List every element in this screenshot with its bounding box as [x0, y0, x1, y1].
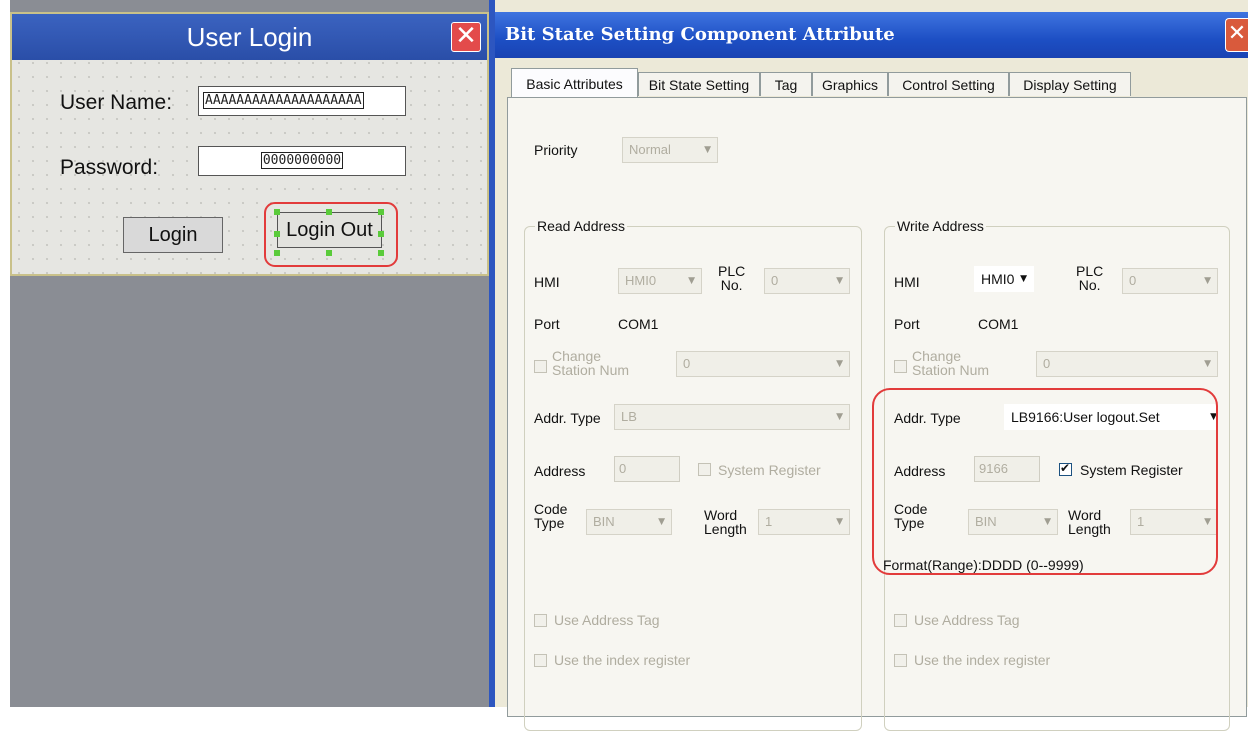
read-use-address-tag-checkbox[interactable]: [534, 614, 547, 627]
read-addr-type-label: Addr. Type: [534, 410, 601, 426]
read-use-address-tag-label: Use Address Tag: [554, 612, 660, 628]
write-plc-label-line1: PLC: [1076, 263, 1104, 279]
user-name-input[interactable]: AAAAAAAAAAAAAAAAAAAA: [198, 86, 406, 116]
read-change-station-label: Change Station Num: [552, 349, 629, 377]
priority-select[interactable]: Normal ▼: [622, 137, 718, 163]
read-word-length-line1: Word: [704, 507, 738, 523]
chevron-down-icon: ▼: [836, 517, 843, 527]
read-hmi-value: HMI0: [625, 273, 657, 288]
write-hmi-value: HMI0: [981, 271, 1015, 287]
read-change-station-checkbox[interactable]: [534, 360, 547, 373]
user-login-window: User Login ✕ User Name: AAAAAAAAAAAAAAAA…: [10, 12, 489, 276]
user-name-label: User Name:: [60, 91, 173, 114]
write-change-station-checkbox[interactable]: [894, 360, 907, 373]
user-name-value: AAAAAAAAAAAAAAAAAAAA: [203, 92, 364, 109]
write-port-value: COM1: [978, 316, 1019, 332]
read-system-register-checkbox[interactable]: [698, 463, 711, 476]
read-hmi-select[interactable]: HMI0 ▼: [618, 268, 702, 294]
dialog-close-icon[interactable]: ✕: [1225, 18, 1248, 52]
write-change-station-label: Change Station Num: [912, 349, 989, 377]
bit-state-attribute-dialog: Bit State Setting Component Attribute ✕ …: [489, 0, 1248, 731]
write-station-select[interactable]: 0 ▼: [1036, 351, 1218, 377]
read-use-index-register-checkbox[interactable]: [534, 654, 547, 667]
dialog-title-text: Bit State Setting Component Attribute: [505, 24, 895, 45]
read-port-label: Port: [534, 316, 560, 332]
password-input[interactable]: 0000000000: [198, 146, 406, 176]
read-address-title: Read Address: [535, 218, 627, 234]
write-plc-no-label: PLC No.: [1076, 264, 1103, 292]
write-port-label: Port: [894, 316, 920, 332]
login-out-highlight: [264, 202, 398, 267]
write-hmi-label: HMI: [894, 274, 920, 290]
read-change-station-line1: Change: [552, 348, 602, 364]
login-close-icon[interactable]: ✕: [451, 22, 481, 52]
priority-label: Priority: [534, 142, 578, 158]
basic-attributes-panel: Priority Normal ▼ Read Address HMI HMI0 …: [507, 97, 1247, 731]
chevron-down-icon: ▼: [836, 412, 843, 422]
chevron-down-icon: ▼: [1020, 274, 1027, 284]
write-address-highlight: [872, 388, 1218, 575]
tab-control-setting[interactable]: Control Setting: [888, 72, 1009, 96]
read-plc-label-line2: No.: [720, 277, 743, 293]
read-word-length-label: Word Length: [704, 508, 747, 536]
chevron-down-icon: ▼: [658, 517, 665, 527]
read-code-type-select[interactable]: BIN ▼: [586, 509, 672, 535]
read-change-station-line2: Station Num: [552, 362, 630, 378]
read-addr-type-value: LB: [621, 409, 637, 424]
write-use-index-register-checkbox[interactable]: [894, 654, 907, 667]
read-address-label: Address: [534, 463, 586, 479]
hmi-screen-canvas: User Login ✕ User Name: AAAAAAAAAAAAAAAA…: [0, 0, 489, 707]
write-use-address-tag-checkbox[interactable]: [894, 614, 907, 627]
write-plc-value: 0: [1129, 273, 1137, 288]
read-use-index-register-label: Use the index register: [554, 652, 691, 668]
read-code-type-label: Code Type: [534, 502, 567, 530]
read-word-length-value: 1: [765, 514, 773, 529]
read-word-length-line2: Length: [704, 521, 747, 537]
password-label: Password:: [60, 156, 159, 179]
write-plc-select[interactable]: 0 ▼: [1122, 268, 1218, 294]
tab-display-setting[interactable]: Display Setting: [1009, 72, 1131, 96]
chevron-down-icon: ▼: [1204, 276, 1211, 286]
dialog-title: Bit State Setting Component Attribute ✕: [495, 12, 1248, 58]
read-plc-value: 0: [771, 273, 779, 288]
read-addr-type-select[interactable]: LB ▼: [614, 404, 850, 430]
write-change-station-line2: Station Num: [912, 362, 990, 378]
tab-graphics[interactable]: Graphics: [812, 72, 888, 96]
chevron-down-icon: ▼: [836, 359, 843, 369]
password-value: 0000000000: [260, 152, 344, 169]
tab-basic-attributes[interactable]: Basic Attributes: [511, 68, 638, 98]
read-port-value: COM1: [618, 316, 659, 332]
read-code-type-line1: Code: [534, 501, 568, 517]
read-code-type-value: BIN: [593, 514, 615, 529]
write-hmi-select[interactable]: HMI0 ▼: [974, 266, 1034, 292]
read-hmi-label: HMI: [534, 274, 560, 290]
tab-tag[interactable]: Tag: [760, 72, 812, 96]
login-button[interactable]: Login: [123, 217, 223, 253]
read-plc-select[interactable]: 0 ▼: [764, 268, 850, 294]
write-change-station-line1: Change: [912, 348, 962, 364]
chevron-down-icon: ▼: [704, 145, 711, 155]
write-use-address-tag-label: Use Address Tag: [914, 612, 1020, 628]
write-address-title: Write Address: [895, 218, 986, 234]
read-station-value: 0: [683, 356, 691, 371]
read-system-register-label: System Register: [718, 462, 821, 478]
read-code-type-line2: Type: [534, 515, 565, 531]
login-title: User Login: [12, 14, 487, 60]
read-plc-no-label: PLC No.: [718, 264, 745, 292]
write-use-index-register-label: Use the index register: [914, 652, 1051, 668]
chevron-down-icon: ▼: [688, 276, 695, 286]
read-address-input[interactable]: 0: [614, 456, 680, 482]
read-word-length-select[interactable]: 1 ▼: [758, 509, 850, 535]
write-plc-label-line2: No.: [1078, 277, 1101, 293]
chevron-down-icon: ▼: [1204, 359, 1211, 369]
chevron-down-icon: ▼: [836, 276, 843, 286]
tab-bit-state-setting[interactable]: Bit State Setting: [638, 72, 760, 96]
write-station-value: 0: [1043, 356, 1051, 371]
read-plc-label-line1: PLC: [718, 263, 746, 279]
read-station-select[interactable]: 0 ▼: [676, 351, 850, 377]
priority-value: Normal: [629, 142, 671, 157]
